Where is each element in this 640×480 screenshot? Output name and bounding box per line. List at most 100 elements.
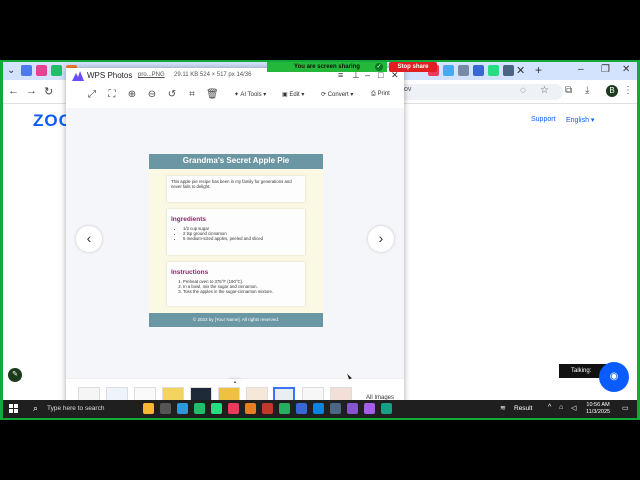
- tab-favicon[interactable]: [458, 65, 469, 76]
- back-icon[interactable]: ←: [8, 85, 19, 97]
- print-label: Print: [377, 91, 390, 97]
- reload-icon[interactable]: ↻: [44, 85, 53, 98]
- recipe-title: Grandma's Secret Apple Pie: [149, 154, 323, 169]
- app-icon[interactable]: [364, 403, 375, 414]
- close-icon[interactable]: ✕: [622, 64, 630, 75]
- minimize-icon[interactable]: –: [578, 64, 584, 75]
- app-icon[interactable]: [194, 403, 205, 414]
- tab-list-icon[interactable]: ⌄: [7, 65, 15, 76]
- wps-logo-icon: [72, 71, 84, 81]
- result-label[interactable]: Result: [514, 405, 532, 412]
- app-icon[interactable]: [313, 403, 324, 414]
- language-link[interactable]: English ▾: [566, 116, 594, 124]
- taskbar-apps: [143, 403, 392, 414]
- extensions-icon[interactable]: ⧉: [565, 85, 572, 96]
- app-icon[interactable]: [381, 403, 392, 414]
- screen: ⌄ ✕ + – ❐ ✕ ← → ↻ /ov ◌ ☆ ⧉ ⤓ B ⋮ ZOO Su…: [0, 60, 640, 420]
- clock-date: 11/3/2025: [586, 409, 611, 415]
- new-tab-button[interactable]: +: [535, 63, 542, 77]
- collapse-thumbs-icon[interactable]: ▴: [229, 379, 241, 385]
- delete-icon[interactable]: 🗑: [206, 89, 219, 101]
- result-icon[interactable]: ≋: [500, 404, 506, 412]
- fullscreen-icon[interactable]: ⤢: [86, 89, 98, 101]
- next-image-button[interactable]: ›: [368, 226, 394, 252]
- wps-photos-window: WPS Photos pro...PNG 29.11 KB 524 × 517 …: [66, 68, 404, 418]
- wps-app-name: WPS Photos: [87, 71, 133, 80]
- instructions-heading: Instructions: [171, 269, 209, 276]
- app-icon[interactable]: [177, 403, 188, 414]
- zoom-in-icon[interactable]: ⊕: [126, 89, 138, 101]
- recipe-image: Grandma's Secret Apple Pie This apple pi…: [149, 154, 323, 327]
- tab-favicon[interactable]: [21, 65, 32, 76]
- ingredients-list: 1/2 cup sugar 2 tsp ground cinnamon 6 me…: [171, 226, 301, 241]
- previous-image-button[interactable]: ‹: [76, 226, 102, 252]
- file-meta: 29.11 KB 524 × 517 px 14/36: [174, 72, 252, 78]
- print-button[interactable]: ⎙ Print: [371, 91, 390, 98]
- support-link[interactable]: Support: [531, 116, 556, 123]
- app-icon[interactable]: [143, 403, 154, 414]
- instructions-box: Instructions Preheat oven to 375°F (190°…: [167, 262, 305, 306]
- tab-close-icon[interactable]: ✕: [516, 64, 525, 77]
- forward-icon[interactable]: →: [26, 85, 37, 97]
- ingredients-box: Ingredients 1/2 cup sugar 2 tsp ground c…: [167, 209, 305, 255]
- tab-favicon[interactable]: [443, 65, 454, 76]
- app-icon[interactable]: [211, 403, 222, 414]
- zoom-out-icon[interactable]: ⊖: [146, 89, 158, 101]
- instructions-list: Preheat oven to 375°F (190°C). In a bowl…: [171, 279, 301, 294]
- tab-favicons-right: [428, 65, 514, 76]
- download-icon[interactable]: ⤓: [585, 85, 589, 96]
- recipe-intro: This apple pie recipe has been in my fam…: [171, 179, 292, 189]
- pen-icon[interactable]: ✎: [8, 368, 22, 382]
- tab-favicon[interactable]: [488, 65, 499, 76]
- app-icon[interactable]: [245, 403, 256, 414]
- shield-check-icon: ✓: [375, 63, 383, 71]
- profile-avatar[interactable]: B: [606, 85, 618, 97]
- app-icon[interactable]: [160, 403, 171, 414]
- search-icon[interactable]: ⌕: [33, 403, 38, 414]
- chevron-up-icon[interactable]: ^: [548, 404, 551, 411]
- stop-share-button[interactable]: Stop share: [389, 62, 437, 72]
- maximize-icon[interactable]: ❐: [601, 64, 610, 75]
- app-icon[interactable]: [296, 403, 307, 414]
- clock[interactable]: 10:56 AM 11/3/2025: [586, 402, 610, 416]
- app-icon[interactable]: [228, 403, 239, 414]
- rotate-icon[interactable]: ↺: [166, 89, 178, 101]
- clock-time: 10:56 AM: [586, 402, 610, 408]
- ingredients-heading: Ingredients: [171, 216, 207, 223]
- recipe-intro-box: This apple pie recipe has been in my fam…: [167, 176, 305, 202]
- chat-icon[interactable]: ◉: [599, 362, 629, 392]
- convert-button[interactable]: ⟳ Convert ▾: [321, 91, 353, 98]
- edit-label: Edit: [289, 92, 300, 98]
- app-icon[interactable]: [279, 403, 290, 414]
- windows-start-icon[interactable]: [9, 404, 19, 414]
- menu-icon[interactable]: ⋮: [623, 85, 633, 96]
- convert-label: Convert: [327, 92, 349, 98]
- ai-tools-button[interactable]: ✦ AI Tools ▾: [234, 91, 266, 98]
- taskbar-search[interactable]: Type here to search: [47, 405, 104, 412]
- app-icon[interactable]: [262, 403, 273, 414]
- tab-favicon[interactable]: [36, 65, 47, 76]
- recipe-footer: © 2023 by [Your Name]. All rights reserv…: [149, 313, 323, 327]
- address-bar[interactable]: /ov: [398, 84, 563, 100]
- volume-icon[interactable]: ◁: [571, 404, 576, 412]
- network-icon[interactable]: ⌂: [559, 404, 563, 411]
- list-item: 6 medium-sized apples, peeled and sliced: [183, 236, 301, 241]
- app-icon[interactable]: [330, 403, 341, 414]
- tab-favicon[interactable]: [503, 65, 514, 76]
- app-icon[interactable]: [347, 403, 358, 414]
- ai-tools-label: AI Tools: [240, 92, 262, 98]
- crop-icon[interactable]: ⌗: [186, 89, 198, 101]
- wps-toolbar: ⤢ ⛶ ⊕ ⊖ ↺ ⌗ 🗑 ✦ AI Tools ▾ ▣ Edit ▾ ⟳ Co…: [66, 85, 404, 107]
- notification-icon[interactable]: ▭: [622, 404, 629, 412]
- edit-button[interactable]: ▣ Edit ▾: [282, 91, 304, 98]
- desktop: ⌄ ✕ + – ❐ ✕ ← → ↻ /ov ◌ ☆ ⧉ ⤓ B ⋮ ZOO Su…: [3, 62, 637, 418]
- list-item: Toss the apples in the sugar-cinnamon mi…: [183, 289, 301, 294]
- tab-favicon[interactable]: [51, 65, 62, 76]
- fit-icon[interactable]: ⛶: [106, 89, 118, 101]
- star-icon[interactable]: ☆: [540, 85, 549, 96]
- file-name[interactable]: pro...PNG: [138, 72, 165, 78]
- taskbar: ⌕ Type here to search ≋ Result ^ ⌂ ◁ 10:…: [3, 400, 637, 418]
- screen-sharing-banner: You are screen sharing: [267, 62, 387, 72]
- eye-off-icon[interactable]: ◌: [520, 85, 526, 96]
- tab-favicon[interactable]: [473, 65, 484, 76]
